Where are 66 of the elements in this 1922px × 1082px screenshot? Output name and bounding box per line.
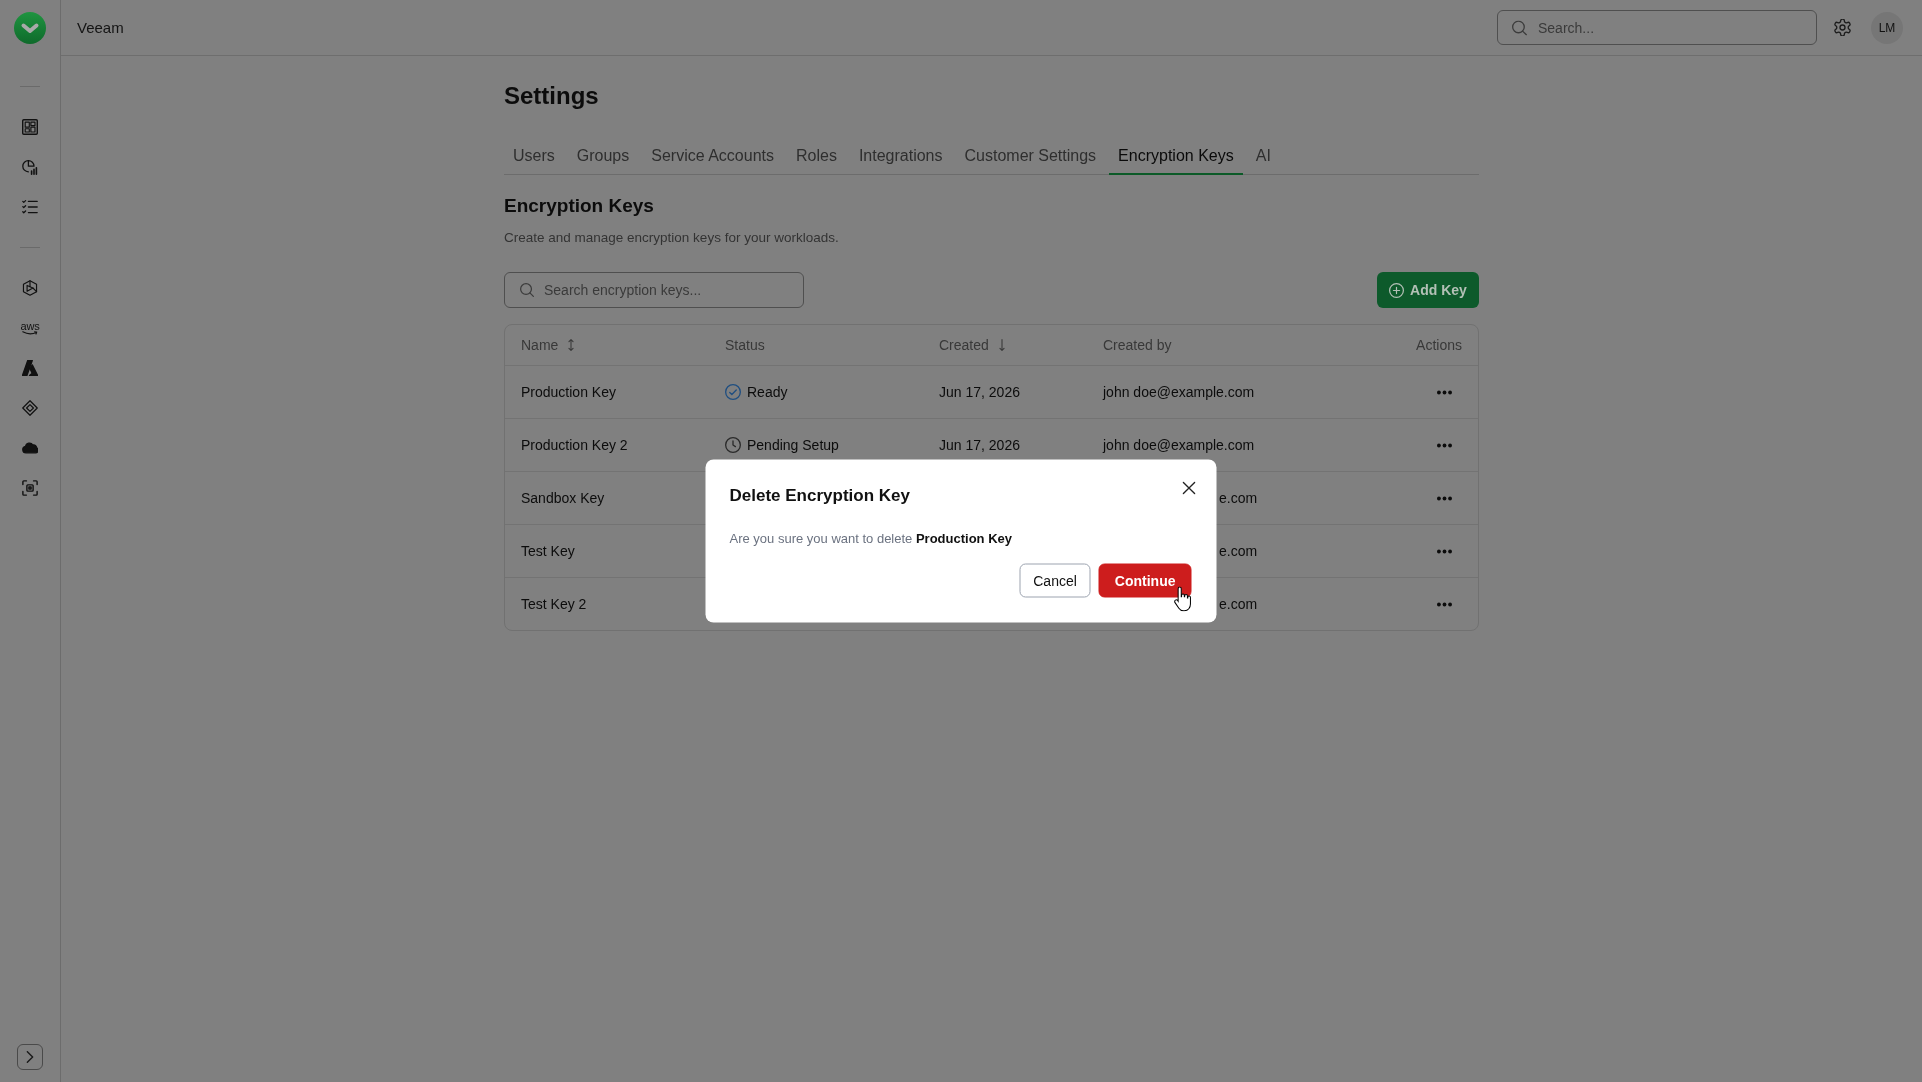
- key-name: Test Key: [521, 543, 575, 559]
- more-icon[interactable]: [1437, 442, 1452, 448]
- chevron-right-icon: [26, 1051, 34, 1063]
- tab[interactable]: AI: [1246, 134, 1280, 175]
- column-header[interactable]: Name: [521, 337, 576, 353]
- section-title: Encryption Keys: [504, 194, 654, 218]
- cloud-icon[interactable]: [22, 440, 38, 456]
- more-icon[interactable]: [1437, 495, 1452, 501]
- key-name: Production Key 2: [521, 437, 628, 453]
- add-key-button[interactable]: Add Key: [1377, 272, 1479, 308]
- section-description: Create and manage encryption keys for your workloads.: [504, 229, 839, 247]
- search-icon: [520, 283, 534, 297]
- a-shape-logo-icon[interactable]: [22, 360, 38, 376]
- creator-email: john doe@example.com: [1103, 384, 1255, 400]
- plus-circle-icon: [1389, 282, 1405, 298]
- smile-arrow-icon: [22, 330, 38, 335]
- close-icon[interactable]: [1182, 481, 1196, 495]
- column-header: Status: [725, 337, 765, 353]
- column-header: Created by: [1103, 337, 1172, 353]
- logo-icon[interactable]: [14, 12, 46, 44]
- column-header: Actions: [1416, 337, 1462, 353]
- page-title: Settings: [504, 81, 599, 111]
- hand-cursor-icon: [1173, 586, 1193, 612]
- key-name: Production Key: [521, 384, 616, 400]
- pie-chart-icon[interactable]: [22, 159, 38, 175]
- tab[interactable]: Customer Settings: [955, 134, 1106, 175]
- status-label: Ready: [747, 384, 788, 400]
- diamond-icon[interactable]: [22, 400, 38, 416]
- aws-logo[interactable]: aws: [20, 321, 40, 335]
- created-date: Jun 17, 2026: [939, 384, 1020, 400]
- creator-email: john doe@example.com: [1103, 437, 1255, 453]
- tab[interactable]: Roles: [787, 134, 846, 175]
- continue-button[interactable]: Continue: [1098, 563, 1192, 598]
- dialog-message: Are you sure you want to delete Production Key: [729, 529, 1013, 548]
- user-avatar[interactable]: LM: [1871, 11, 1903, 44]
- creator-email: e.com: [1219, 490, 1258, 506]
- search-field[interactable]: Search encryption keys...: [504, 272, 804, 308]
- tab[interactable]: Groups: [567, 134, 639, 175]
- clock-icon: [725, 437, 741, 453]
- more-icon[interactable]: [1437, 389, 1452, 395]
- tab[interactable]: Service Accounts: [642, 134, 783, 175]
- expand-sidebar-button[interactable]: [17, 1044, 43, 1070]
- created-date: Jun 17, 2026: [939, 437, 1020, 453]
- key-name: Test Key 2: [521, 596, 587, 612]
- creator-email: e.com: [1219, 543, 1258, 559]
- creator-email: e.com: [1219, 596, 1258, 612]
- scan-frame-icon[interactable]: [22, 480, 38, 496]
- tab[interactable]: Encryption Keys: [1109, 134, 1243, 175]
- search-icon: [1512, 20, 1527, 35]
- column-header[interactable]: Created: [939, 337, 1006, 353]
- cancel-button[interactable]: Cancel: [1019, 563, 1091, 598]
- checklist-icon[interactable]: [22, 199, 38, 215]
- sort-arrows-icon[interactable]: [567, 339, 576, 351]
- key-name: Sandbox Key: [521, 490, 605, 506]
- tab[interactable]: Users: [504, 134, 564, 175]
- more-icon[interactable]: [1437, 601, 1452, 607]
- hexagon-logo-icon[interactable]: [22, 280, 38, 296]
- dashboard-icon[interactable]: [22, 119, 38, 135]
- check-circle-icon: [725, 384, 741, 400]
- tab[interactable]: Integrations: [849, 134, 952, 175]
- more-icon[interactable]: [1437, 548, 1452, 554]
- app-name: Veeam: [77, 19, 124, 36]
- status-label: Pending Setup: [747, 437, 839, 453]
- settings-icon[interactable]: [1834, 19, 1851, 36]
- search-field[interactable]: Search...: [1497, 10, 1817, 45]
- dialog-title: Delete Encryption Key: [729, 484, 910, 507]
